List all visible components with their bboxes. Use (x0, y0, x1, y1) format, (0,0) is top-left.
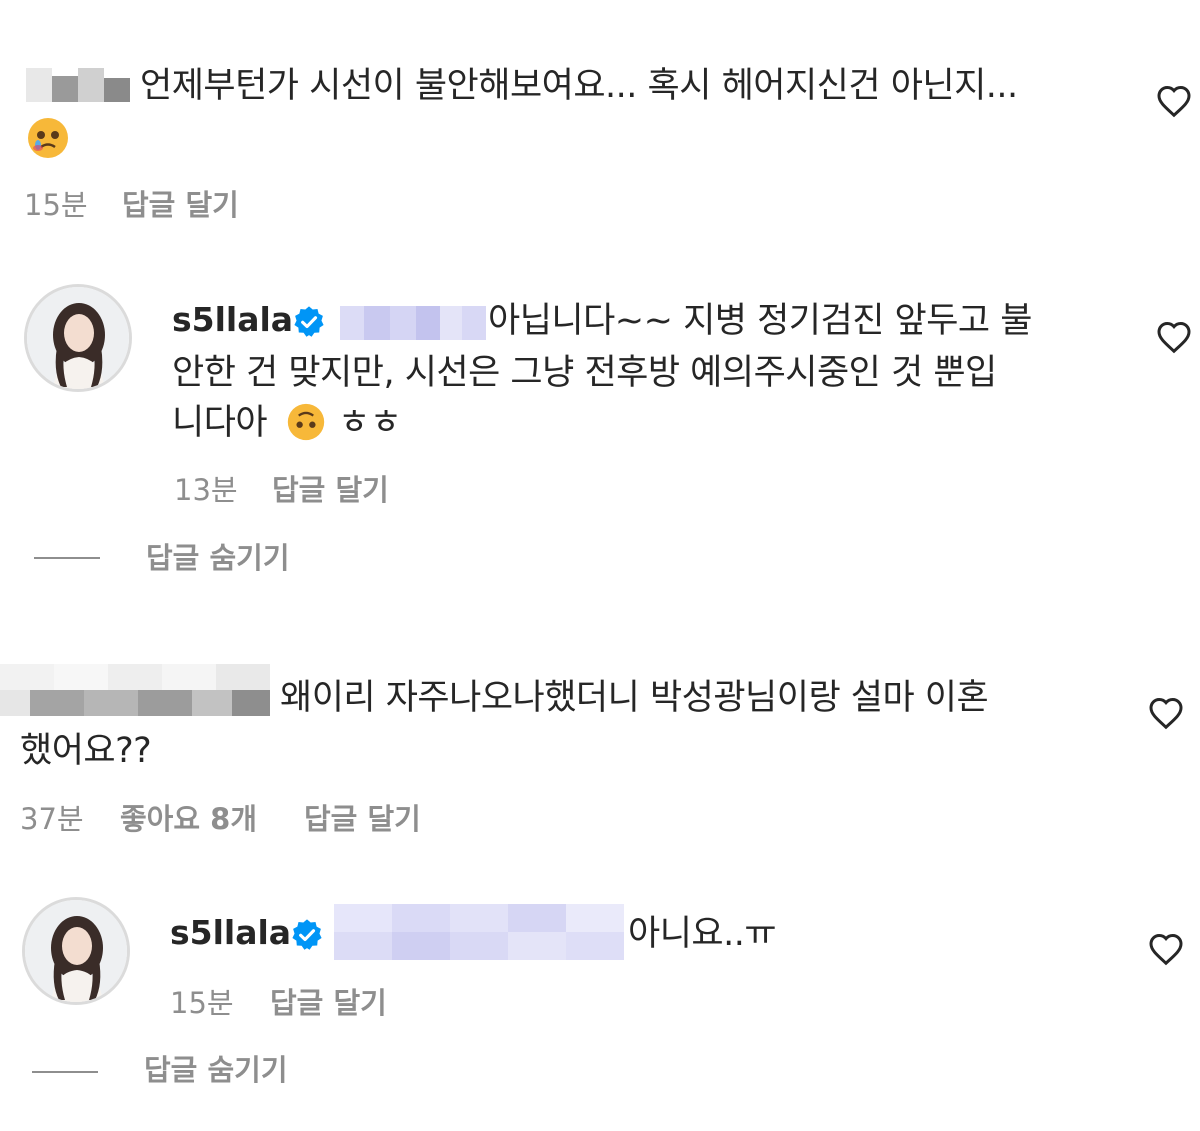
comment-text: 왜이리 자주나오나했더니 박성광님이랑 설마 이혼 (280, 678, 989, 718)
heart-outline-icon[interactable] (1156, 320, 1192, 354)
crying-face-emoji (28, 118, 68, 158)
comment-timestamp: 13분 (174, 473, 238, 507)
comment-text: 했어요?? (20, 731, 152, 771)
verified-badge-icon (294, 306, 324, 337)
blurred-username (0, 664, 270, 716)
blurred-mention (340, 306, 486, 340)
username[interactable]: s5llala (172, 298, 293, 342)
comment-text: ㅎㅎ (338, 403, 402, 443)
comment-timestamp: 15분 (24, 188, 88, 222)
upside-down-face-emoji (287, 403, 325, 441)
heart-outline-icon[interactable] (1148, 696, 1184, 730)
reply-button[interactable]: 답글 달기 (304, 801, 421, 837)
reply-button[interactable]: 답글 달기 (122, 187, 239, 223)
blurred-username (26, 68, 130, 102)
comment-text: 아닙니다~~ 지병 정기검진 앞두고 불 (488, 301, 1032, 341)
heart-outline-icon[interactable] (1148, 932, 1184, 966)
comment-timestamp: 15분 (170, 986, 234, 1020)
reply-button[interactable]: 답글 달기 (272, 472, 389, 508)
divider (34, 557, 100, 559)
comment-text: 언제부턴가 시선이 불안해보여요... 혹시 헤어지신건 아닌지... (140, 66, 1018, 106)
hide-replies-button[interactable]: 답글 숨기기 (144, 1052, 288, 1088)
avatar[interactable] (24, 284, 132, 392)
likes-count[interactable]: 좋아요 8개 (120, 801, 257, 837)
avatar[interactable] (22, 897, 130, 1005)
comment-text: 안한 건 맞지만, 시선은 그냥 전후방 예의주시중인 것 뿐입 (172, 353, 997, 393)
reply-button[interactable]: 답글 달기 (270, 985, 387, 1021)
verified-badge-icon (292, 919, 322, 950)
comment-text: 아니요..ㅠ (628, 914, 777, 954)
hide-replies-button[interactable]: 답글 숨기기 (146, 540, 290, 576)
blurred-mention (334, 904, 624, 960)
heart-outline-icon[interactable] (1156, 84, 1192, 118)
comment-timestamp: 37분 (20, 802, 84, 836)
username[interactable]: s5llala (170, 911, 291, 955)
divider (32, 1071, 98, 1073)
comment-text: 니다아 (172, 403, 268, 443)
